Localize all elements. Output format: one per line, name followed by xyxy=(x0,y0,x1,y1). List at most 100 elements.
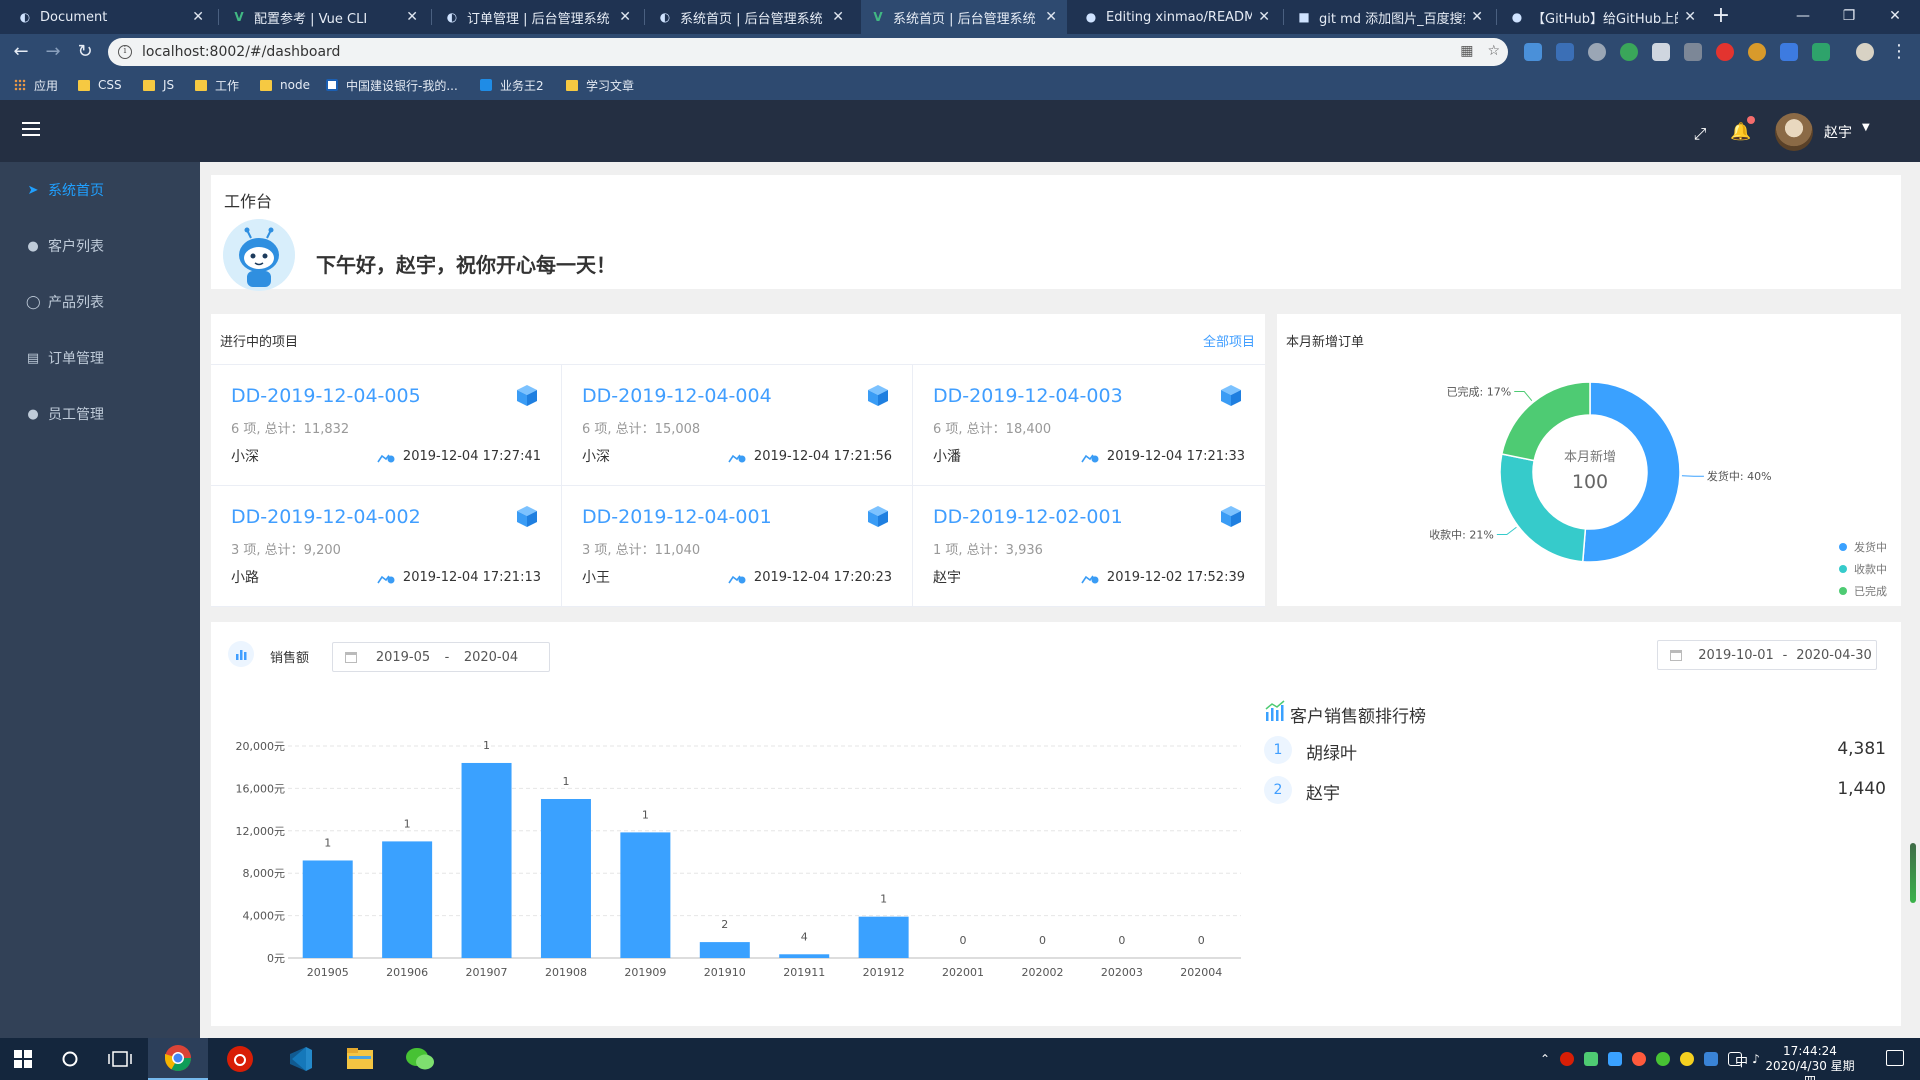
bookmark-star-icon[interactable]: ☆ xyxy=(1487,43,1500,59)
browser-tab[interactable]: ● Editing xinmao/README. ✕ xyxy=(1074,0,1280,34)
project-cell[interactable]: DD-2019-12-04-005 6 项, 总计：11,832 小深 2019-12… xyxy=(211,365,562,486)
project-id[interactable]: DD-2019-12-04-004 xyxy=(582,385,772,407)
sidebar-item-home[interactable]: ➤ 系统首页 xyxy=(0,162,200,218)
project-cell[interactable]: DD-2019-12-04-001 3 项, 总计：11,040 小王 2019-12… xyxy=(562,486,913,607)
close-tab-icon[interactable]: ✕ xyxy=(406,9,418,25)
volume-icon[interactable]: ♪ xyxy=(1752,1052,1760,1066)
close-tab-icon[interactable]: ✕ xyxy=(1045,9,1057,25)
menu-dots-icon[interactable]: ⋮ xyxy=(1888,41,1910,63)
extension-icon[interactable] xyxy=(1780,43,1798,61)
bar-201910[interactable] xyxy=(699,942,750,958)
extension-translate-icon[interactable] xyxy=(1524,43,1542,61)
translate-icon[interactable]: ▦ xyxy=(1460,43,1473,59)
bar-201907[interactable] xyxy=(461,762,512,958)
range-start[interactable]: 2019-10-01 xyxy=(1696,648,1776,663)
fullscreen-icon[interactable]: ⤢ xyxy=(1692,126,1708,142)
bookmark-ccb[interactable]: 中国建设银行-我的... xyxy=(326,76,458,94)
tray-netease-icon[interactable] xyxy=(1560,1052,1575,1066)
project-id[interactable]: DD-2019-12-04-005 xyxy=(231,385,421,407)
bell-icon[interactable]: 🔔 xyxy=(1730,122,1751,142)
extension-vpn-icon[interactable] xyxy=(1620,43,1638,61)
bookmark-folder-css[interactable]: CSS xyxy=(78,76,122,94)
bookmark-folder-study[interactable]: 学习文章 xyxy=(566,76,634,94)
range-end[interactable]: 2020-04-30 xyxy=(1794,648,1874,663)
forward-icon[interactable]: → xyxy=(42,41,64,63)
reload-icon[interactable]: ↻ xyxy=(74,41,96,63)
browser-tab[interactable]: ◐ 系统首页 | 后台管理系统 ✕ xyxy=(648,0,854,34)
project-cell[interactable]: DD-2019-12-02-001 1 项, 总计：3,936 赵宇 2019-12-… xyxy=(913,486,1265,607)
all-projects-link[interactable]: 全部项目 xyxy=(1203,331,1255,350)
task-view-icon[interactable] xyxy=(94,1038,146,1080)
chevron-up-icon[interactable]: ⌃ xyxy=(1540,1052,1550,1066)
tray-qq-icon[interactable] xyxy=(1632,1052,1647,1066)
close-tab-icon[interactable]: ✕ xyxy=(832,9,844,25)
extension-screenshot-icon[interactable] xyxy=(1652,43,1670,61)
project-id[interactable]: DD-2019-12-04-001 xyxy=(582,506,772,528)
info-icon[interactable]: i xyxy=(118,45,132,59)
project-id[interactable]: DD-2019-12-04-003 xyxy=(933,385,1123,407)
project-cell[interactable]: DD-2019-12-04-004 6 项, 总计：15,008 小深 2019-12… xyxy=(562,365,913,486)
restore-button[interactable]: ❐ xyxy=(1826,0,1872,34)
bar-201906[interactable] xyxy=(382,841,433,958)
profile-avatar[interactable] xyxy=(1856,43,1874,61)
browser-tab[interactable]: ■ git md 添加图片_百度搜索 ✕ xyxy=(1287,0,1493,34)
close-tab-icon[interactable]: ✕ xyxy=(192,9,204,25)
browser-tab[interactable]: ◐ Document ✕ xyxy=(8,0,214,34)
project-id[interactable]: DD-2019-12-02-001 xyxy=(933,506,1123,528)
extension-icon[interactable] xyxy=(1684,43,1702,61)
tray-app-icon[interactable] xyxy=(1704,1052,1719,1066)
menu-toggle-icon[interactable] xyxy=(22,122,40,136)
netease-music-icon[interactable] xyxy=(210,1038,270,1080)
date-range-picker[interactable]: 2019-10-01 - 2020-04-30 xyxy=(1657,640,1877,670)
bookmark-apps[interactable]: 应用 xyxy=(14,76,58,94)
tray-wechat-icon[interactable] xyxy=(1656,1052,1671,1066)
bar-201908[interactable] xyxy=(540,799,591,958)
close-window-button[interactable]: ✕ xyxy=(1872,0,1918,34)
user-name[interactable]: 赵宇 xyxy=(1824,122,1852,142)
bookmark-yewuwang[interactable]: 业务王2 xyxy=(480,76,544,94)
sidebar-item-customers[interactable]: ● 客户列表 xyxy=(0,218,200,274)
extension-icon[interactable] xyxy=(1716,43,1734,61)
tray-app-icon[interactable] xyxy=(1584,1052,1599,1066)
sidebar-item-products[interactable]: ◯ 产品列表 xyxy=(0,274,200,330)
project-id[interactable]: DD-2019-12-04-002 xyxy=(231,506,421,528)
bookmark-folder-node[interactable]: node xyxy=(260,76,310,94)
tray-app-icon[interactable] xyxy=(1608,1052,1623,1066)
wechat-icon[interactable] xyxy=(390,1038,450,1080)
sidebar-item-employees[interactable]: ● 员工管理 xyxy=(0,386,200,442)
legend-label[interactable]: 发货中 xyxy=(1854,540,1887,554)
legend-label[interactable]: 收款中 xyxy=(1854,562,1887,576)
file-explorer-icon[interactable] xyxy=(330,1038,390,1080)
extension-icon[interactable] xyxy=(1556,43,1574,61)
windows-start-icon[interactable] xyxy=(0,1038,46,1080)
browser-tab[interactable]: ◐ 订单管理 | 后台管理系统 ✕ xyxy=(435,0,641,34)
bookmark-folder-js[interactable]: JS xyxy=(143,76,174,94)
close-tab-icon[interactable]: ✕ xyxy=(1684,9,1696,25)
new-tab-button[interactable]: + xyxy=(1708,4,1734,30)
action-center-icon[interactable] xyxy=(1886,1050,1904,1066)
close-tab-icon[interactable]: ✕ xyxy=(1471,9,1483,25)
browser-tab[interactable]: ● 【GitHub】给GitHub上的R ✕ xyxy=(1500,0,1706,34)
project-cell[interactable]: DD-2019-12-04-002 3 项, 总计：9,200 小路 2019-12-… xyxy=(211,486,562,607)
legend-label[interactable]: 已完成 xyxy=(1854,584,1887,598)
address-bar[interactable]: i localhost:8002/#/dashboard ▦ ☆ xyxy=(108,38,1508,66)
bookmark-folder-work[interactable]: 工作 xyxy=(195,76,239,94)
bar-201905[interactable] xyxy=(302,860,353,958)
search-icon[interactable] xyxy=(46,1038,94,1080)
close-tab-icon[interactable]: ✕ xyxy=(1258,9,1270,25)
user-avatar[interactable] xyxy=(1775,113,1813,151)
back-icon[interactable]: ← xyxy=(10,41,32,63)
extension-icon[interactable] xyxy=(1812,43,1830,61)
tray-app-icon[interactable] xyxy=(1680,1052,1695,1066)
taskbar-clock[interactable]: 17:44:24 2020/4/30 星期四 xyxy=(1760,1044,1860,1080)
caret-down-icon[interactable]: ▼ xyxy=(1862,122,1870,133)
bar-201909[interactable] xyxy=(620,832,671,958)
browser-tab[interactable]: V 配置参考 | Vue CLI ✕ xyxy=(222,0,428,34)
chrome-icon[interactable] xyxy=(148,1038,208,1080)
donut-slice-2[interactable] xyxy=(1500,381,1591,462)
close-tab-icon[interactable]: ✕ xyxy=(619,9,631,25)
bar-201912[interactable] xyxy=(858,916,909,958)
input-method-indicator[interactable]: 中 xyxy=(1735,1051,1748,1070)
sidebar-item-orders[interactable]: ▤ 订单管理 xyxy=(0,330,200,386)
minimize-button[interactable]: — xyxy=(1780,0,1826,34)
